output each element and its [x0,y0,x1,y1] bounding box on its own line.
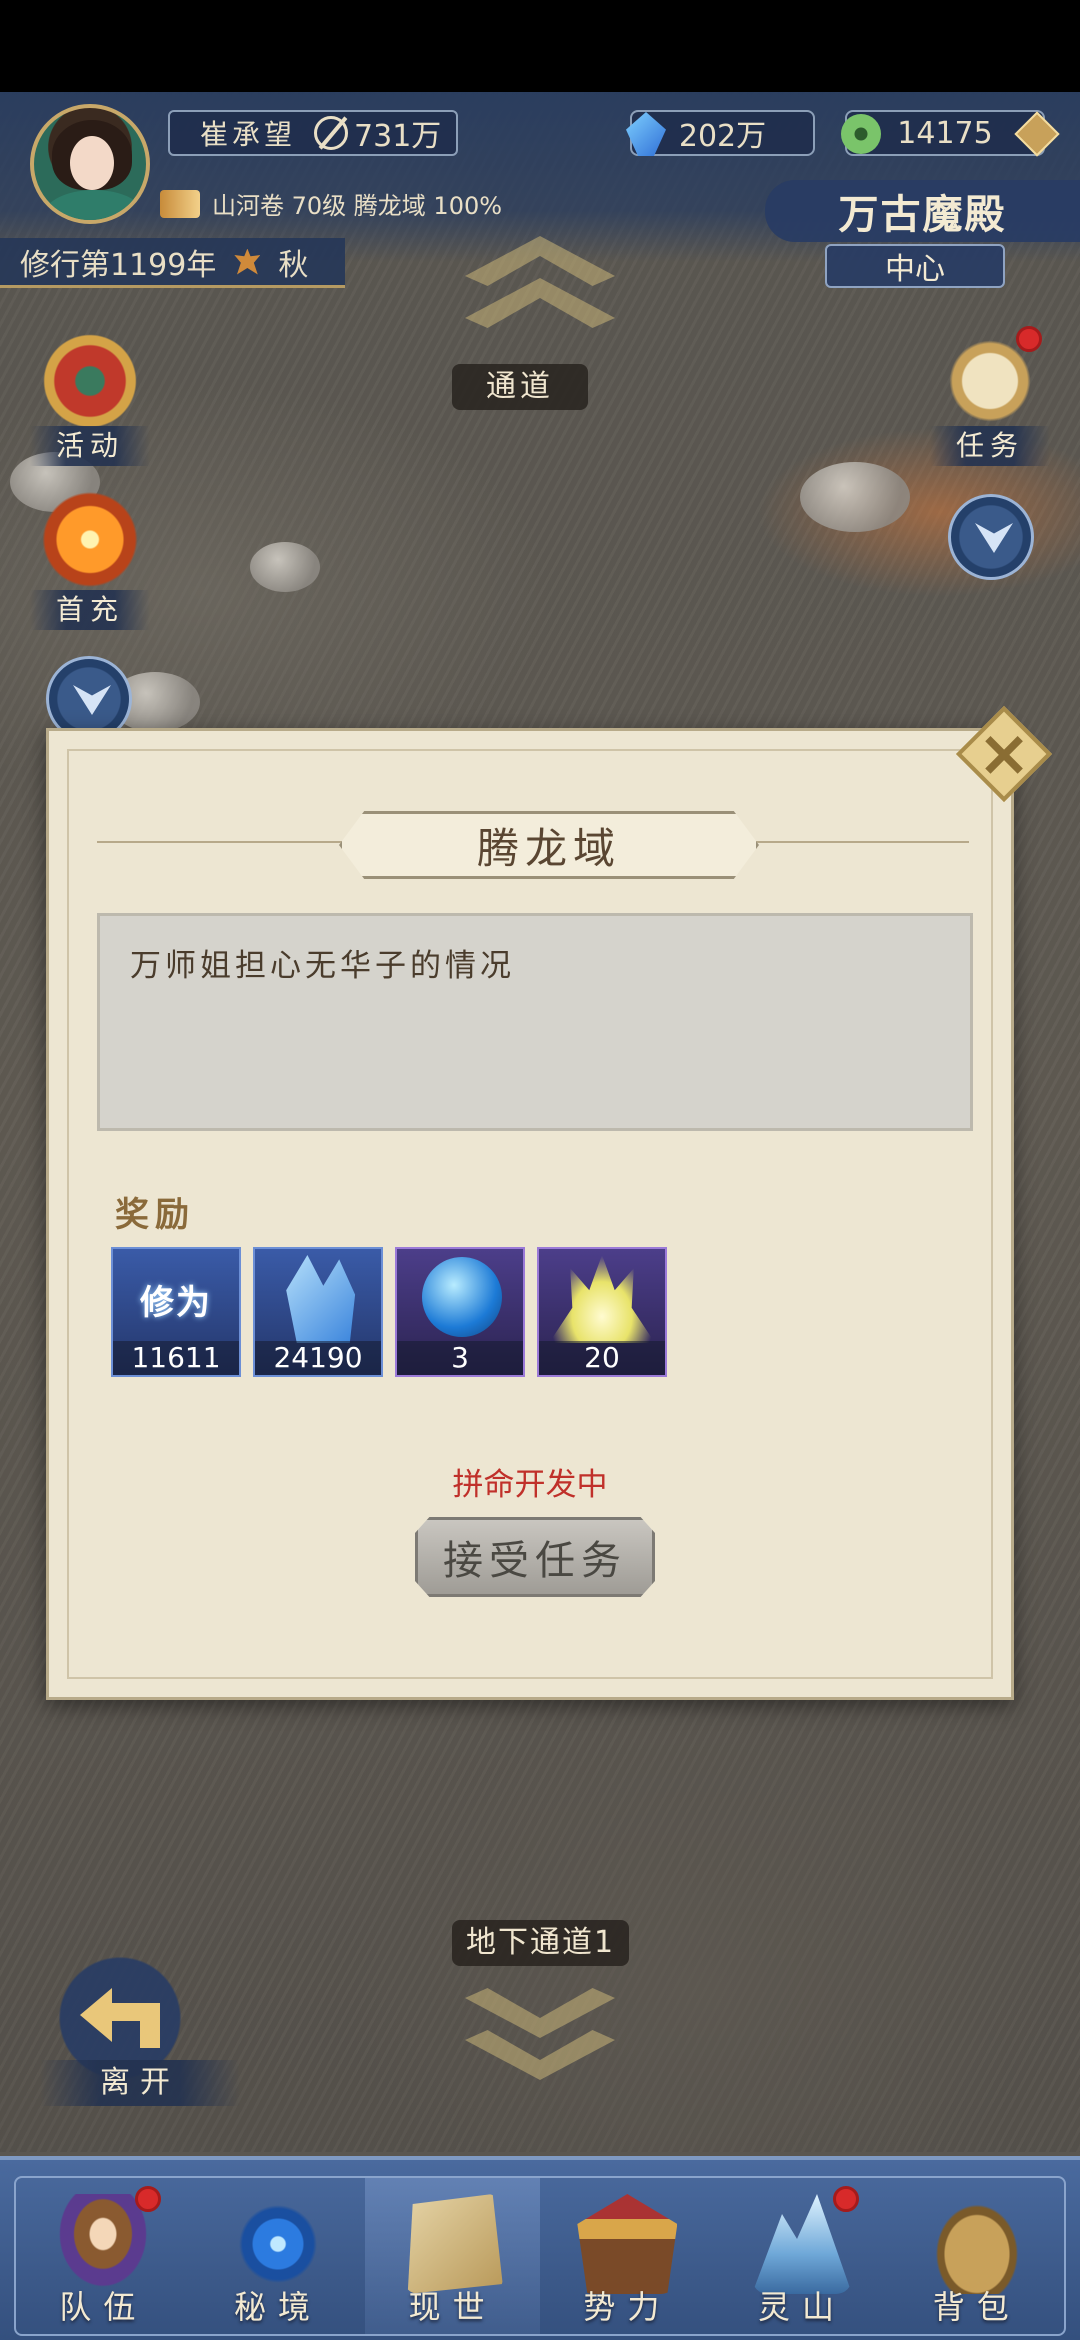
player-avatar[interactable] [30,104,150,224]
nav-team-label: 队伍 [59,2288,148,2326]
reward-item-flame[interactable]: 20 [537,1247,667,1377]
avatar-robe [44,190,144,220]
avatar-face [70,136,114,190]
dialog-title: 腾龙域 [339,811,759,879]
location-name: 万古魔殿 [765,180,1080,242]
nav-faction[interactable]: 势力 [540,2178,715,2334]
team-notification-dot [134,2186,161,2212]
reward-item-cultivation[interactable]: 修为 11611 [111,1247,241,1377]
reward-heading: 奖励 [115,1195,195,1235]
activity-label: 活动 [30,426,150,466]
scroll-icon [160,189,200,218]
cultivation-year: 修行第1199年 [20,247,217,283]
combat-power-value: 731万 [354,119,442,154]
nav-spirit-mountain-label: 灵山 [758,2288,847,2326]
nav-bag-label: 背包 [932,2288,1021,2326]
reward-qty: 3 [397,1341,523,1375]
reward-qty: 11611 [113,1341,239,1375]
player-namebar[interactable]: 崔承望 731万 [168,110,458,156]
bag-icon [926,2194,1027,2294]
crystal-currency[interactable]: 202万 [626,110,815,156]
activity-icon [35,326,145,436]
reward-item-crystal[interactable]: 24190 [253,1247,383,1377]
combat-power: 731万 [314,111,441,155]
location-banner[interactable]: 万古魔殿 中心 [745,180,1080,290]
quest-description: 万师姐担心无华子的情况 [130,948,515,984]
team-icon [53,2194,154,2294]
realm-progress[interactable]: 山河卷 70级 腾龙域 100% [160,186,502,221]
world-map-icon [407,2194,503,2294]
location-sub: 中心 [825,244,1005,288]
palace-icon [577,2194,678,2294]
leave-button[interactable]: 离开 [40,1948,240,2108]
nav-bag[interactable]: 背包 [889,2178,1064,2334]
nav-secret-realm[interactable]: 秘境 [191,2178,366,2334]
nav-world-label: 现世 [408,2288,497,2326]
nav-team[interactable]: 队伍 [16,2178,191,2334]
nav-faction-label: 势力 [583,2288,672,2326]
bottom-nav-inner: 队伍 秘境 现世 势力 灵山 背包 [14,2176,1066,2336]
reward-list: 修为 11611 24190 3 20 [111,1247,667,1377]
realm-text: 山河卷 70级 腾龙域 100% [212,192,503,220]
cultivation-year-bar: 修行第1199年 秋 [0,238,345,288]
status-bar [0,0,1080,92]
quest-dialog: 腾龙域 万师姐担心无华子的情况 奖励 修为 11611 24190 3 20 拼… [46,728,1014,1700]
reward-qty: 24190 [255,1341,381,1375]
reward-item-orb[interactable]: 3 [395,1247,525,1377]
move-up-arrow[interactable] [465,236,615,346]
crystal-icon [286,1255,356,1343]
crystal-icon [626,112,666,156]
nav-world[interactable]: 现世 [365,2178,541,2334]
bottom-nav: 队伍 秘境 现世 势力 灵山 背包 [0,2156,1080,2340]
maple-leaf-icon [234,248,261,275]
jade-amount: 14175 [897,115,993,151]
crystal-amount: 202万 [678,119,767,154]
passage-up-label[interactable]: 通道 [452,364,588,410]
combat-power-icon [314,116,349,150]
jade-currency[interactable]: 14175 [841,110,1060,157]
map-rock [800,462,910,532]
map-rock [250,542,320,592]
lantern-icon [35,490,145,600]
leave-label: 离开 [40,2060,240,2106]
close-icon: × [977,717,1031,791]
season-label: 秋 [278,247,309,283]
mountain-notification-dot [833,2186,860,2212]
accept-quest-button[interactable]: 接受任务 [415,1517,655,1597]
reward-qty: 20 [539,1341,665,1375]
nav-spirit-mountain[interactable]: 灵山 [715,2178,890,2334]
orb-icon [422,1257,502,1337]
task-label: 任务 [930,426,1050,466]
jade-icon [841,114,881,154]
dev-notice: 拼命开发中 [452,1467,608,1503]
flame-icon [549,1255,655,1343]
nav-secret-realm-label: 秘境 [234,2288,323,2326]
activity-button[interactable]: 活动 [30,326,150,466]
collapse-menu-icon[interactable] [948,494,1034,580]
passage-down-label[interactable]: 地下通道1 [452,1920,630,1966]
close-dialog-button[interactable]: × [955,705,1053,803]
quest-description-box: 万师姐担心无华子的情况 [97,913,973,1131]
first-charge-button[interactable]: 首充 [30,490,150,630]
vortex-icon [228,2194,328,2294]
task-notification-dot [1016,326,1042,352]
move-down-arrow[interactable] [465,1988,615,2098]
player-name: 崔承望 [200,118,297,151]
task-button[interactable]: 任务 [930,326,1050,466]
cultivation-icon: 修为 [140,1282,212,1323]
first-charge-label: 首充 [30,590,150,630]
